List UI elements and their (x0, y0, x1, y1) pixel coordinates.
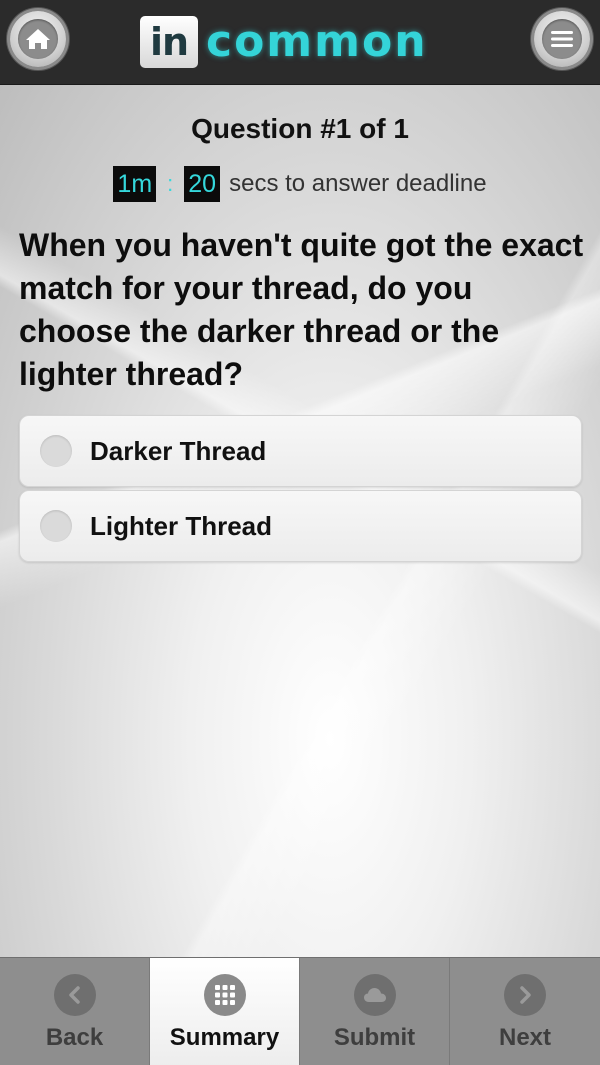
timer-minutes: 1m (113, 166, 157, 202)
app-header: in common (0, 0, 600, 85)
logo-in-badge: in (140, 16, 198, 68)
quiz-panel: Question #1 of 1 1m : 20 secs to answer … (0, 85, 600, 957)
menu-icon (542, 19, 582, 59)
menu-button[interactable] (534, 11, 590, 67)
nav-label: Summary (169, 1024, 280, 1051)
logo-wordmark: common (206, 16, 428, 67)
nav-submit-button[interactable]: Submit (300, 958, 450, 1065)
question-text: When you haven't quite got the exact mat… (19, 227, 584, 392)
nav-label: Back (45, 1024, 104, 1051)
nav-back-button[interactable]: Back (0, 958, 150, 1065)
answer-option-label: Darker Thread (90, 435, 267, 466)
cloud-icon (353, 974, 396, 1016)
incommon-logo: in common (140, 16, 428, 68)
chevron-left-icon (53, 974, 96, 1016)
timer-caption: secs to answer deadline (229, 170, 487, 197)
home-button[interactable] (10, 11, 66, 67)
countdown-timer: 1m : 20 secs to answer deadline (0, 166, 600, 202)
radio-button[interactable] (40, 510, 72, 542)
answer-option-label: Lighter Thread (90, 510, 273, 541)
nav-label: Submit (333, 1024, 416, 1051)
nav-next-button[interactable]: Next (450, 958, 600, 1065)
nav-summary-button[interactable]: Summary (150, 958, 300, 1065)
bottom-nav-bar: Back Summary Submit Next (0, 957, 600, 1065)
grid-icon (203, 974, 246, 1016)
chevron-right-icon (504, 974, 546, 1016)
radio-button[interactable] (40, 435, 72, 467)
nav-label: Next (498, 1024, 552, 1051)
home-icon (18, 19, 58, 59)
question-counter: Question #1 of 1 (191, 113, 409, 144)
answer-option-lighter[interactable]: Lighter Thread (19, 490, 582, 562)
timer-separator: : (167, 171, 174, 196)
timer-seconds: 20 (184, 166, 221, 202)
answer-option-darker[interactable]: Darker Thread (19, 415, 582, 487)
